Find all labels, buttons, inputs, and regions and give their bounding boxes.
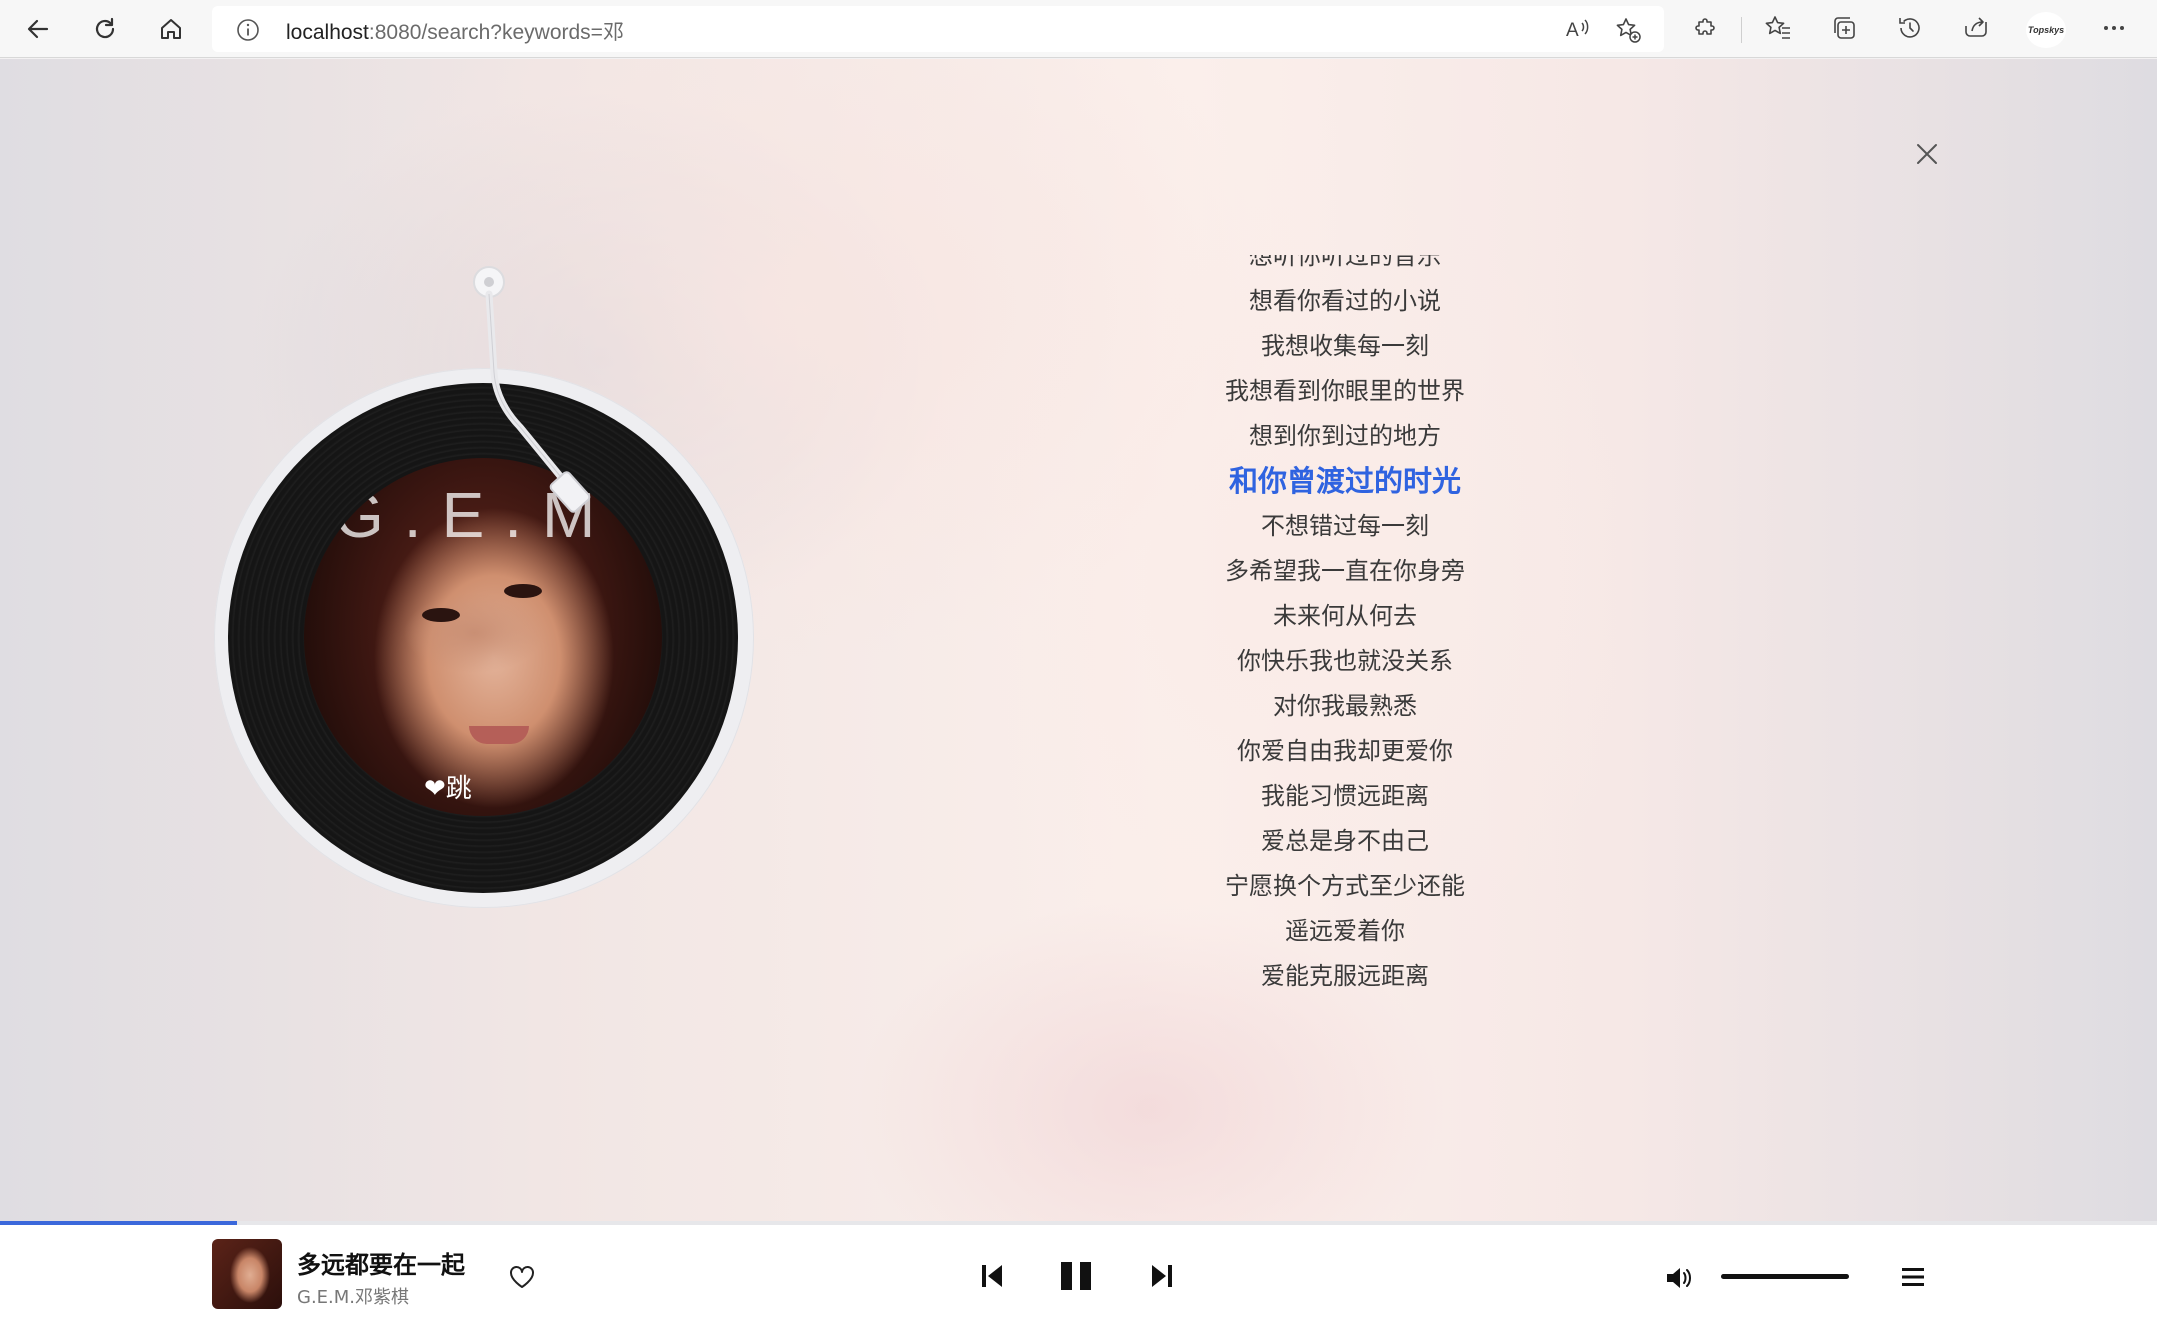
info-icon[interactable] bbox=[236, 18, 260, 46]
close-icon[interactable] bbox=[1912, 139, 1942, 169]
lyric-line: 爱能克服远距离 bbox=[1261, 962, 1429, 990]
volume-level bbox=[1721, 1274, 1849, 1279]
lyric-line: 爱总是身不由己 bbox=[1261, 827, 1429, 855]
lyrics-panel: 想听你听过的音乐想看你看过的小说 我想收集每一刻我想看到你眼里的世界 想到你到过的地… bbox=[1120, 255, 1570, 1020]
playlist-icon[interactable] bbox=[1900, 1264, 1926, 1294]
svg-text:A: A bbox=[1566, 20, 1579, 41]
cover-eye bbox=[422, 608, 460, 622]
lyric-line: 未来何从何去 bbox=[1273, 602, 1417, 630]
lyric-line: 我想看到你眼里的世界 bbox=[1225, 377, 1465, 405]
url-path: :8080/search?keywords=邓 bbox=[368, 21, 624, 44]
collections-icon[interactable] bbox=[1830, 14, 1858, 46]
more-icon[interactable] bbox=[2100, 14, 2128, 46]
lyric-line: 对你我最熟悉 bbox=[1273, 692, 1417, 720]
next-icon[interactable] bbox=[1148, 1258, 1174, 1298]
back-arrow-icon[interactable] bbox=[18, 9, 58, 49]
extensions-icon[interactable] bbox=[1691, 14, 1719, 46]
url-text[interactable]: localhost:8080/search?keywords=邓 bbox=[286, 16, 624, 46]
lyric-line: 想听你听过的音乐 bbox=[1249, 255, 1441, 270]
heart-icon[interactable] bbox=[508, 1264, 536, 1294]
cover-lips bbox=[469, 726, 529, 744]
song-title: 多远都要在一起 bbox=[297, 1251, 465, 1279]
lyrics-list: 想听你听过的音乐想看你看过的小说 我想收集每一刻我想看到你眼里的世界 想到你到过的地… bbox=[1120, 255, 1570, 999]
song-artist[interactable]: G.E.M.邓紫棋 bbox=[297, 1283, 409, 1309]
browser-toolbar: localhost:8080/search?keywords=邓 A Topsk… bbox=[0, 0, 2157, 58]
lyric-line: 想看你看过的小说 bbox=[1249, 287, 1441, 315]
tonearm bbox=[473, 266, 591, 513]
refresh-icon[interactable] bbox=[85, 9, 125, 49]
lyric-line: 我想收集每一刻 bbox=[1261, 332, 1429, 360]
lyric-line: 宁愿换个方式至少还能 bbox=[1225, 872, 1465, 900]
mini-album-cover[interactable] bbox=[212, 1239, 282, 1309]
volume-icon[interactable] bbox=[1664, 1264, 1694, 1296]
progress-bar[interactable] bbox=[0, 1221, 2157, 1225]
history-icon[interactable] bbox=[1896, 14, 1924, 46]
lyric-line: 不想错过每一刻 bbox=[1261, 512, 1429, 540]
volume-slider[interactable] bbox=[1721, 1274, 1849, 1279]
read-aloud-icon[interactable]: A bbox=[1564, 16, 1592, 46]
favorites-icon[interactable] bbox=[1764, 14, 1792, 46]
address-bar[interactable]: localhost:8080/search?keywords=邓 A bbox=[212, 6, 1664, 52]
progress-fill bbox=[0, 1221, 238, 1225]
cover-eye bbox=[504, 584, 542, 598]
home-icon[interactable] bbox=[151, 9, 191, 49]
lyric-line: 多希望我一直在你身旁 bbox=[1225, 557, 1465, 585]
profile-avatar[interactable]: Topskys bbox=[2026, 12, 2066, 48]
lyric-line: 想到你到过的地方 bbox=[1249, 422, 1441, 450]
pause-icon[interactable] bbox=[1058, 1258, 1094, 1298]
lyric-line: 你爱自由我却更爱你 bbox=[1237, 737, 1453, 765]
share-icon[interactable] bbox=[1962, 14, 1990, 46]
lyric-line: 你快乐我也就没关系 bbox=[1237, 647, 1453, 675]
lyric-line-active: 和你曾渡过的时光 bbox=[1228, 464, 1461, 498]
add-favorite-icon[interactable] bbox=[1614, 16, 1642, 48]
url-host: localhost bbox=[286, 21, 369, 44]
lyric-line: 遥远爱着你 bbox=[1285, 917, 1405, 945]
toolbar-divider bbox=[1741, 17, 1742, 43]
cover-tag-text: ❤跳 bbox=[424, 774, 472, 804]
previous-icon[interactable] bbox=[980, 1258, 1006, 1298]
lyric-line: 我能习惯远距离 bbox=[1261, 782, 1429, 810]
